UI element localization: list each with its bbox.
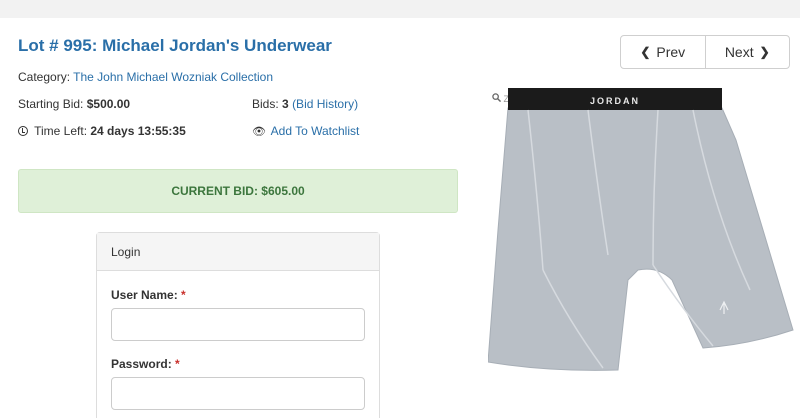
eye-icon: 👁: [252, 126, 266, 138]
username-label: User Name:: [111, 288, 178, 302]
time-left-label: Time Left:: [34, 124, 88, 138]
next-button[interactable]: Next ❯: [704, 36, 790, 68]
bids-count: 3: [282, 97, 289, 111]
product-image[interactable]: JORDAN: [488, 80, 796, 380]
time-left-value: 24 days 13:55:35: [90, 124, 186, 138]
required-mark: *: [181, 288, 186, 302]
lot-title: Lot # 995: Michael Jordan's Underwear: [18, 36, 332, 55]
password-input[interactable]: [111, 377, 365, 410]
clock-icon: [18, 126, 28, 136]
bids-label: Bids:: [252, 97, 279, 111]
bid-history-link[interactable]: (Bid History): [292, 97, 358, 111]
required-mark: *: [175, 357, 180, 371]
password-label: Password:: [111, 357, 172, 371]
login-header: Login: [97, 233, 379, 271]
starting-bid-label: Starting Bid:: [18, 97, 84, 111]
prev-button[interactable]: ❮ Prev: [621, 36, 705, 68]
category-label: Category:: [18, 70, 71, 84]
username-input[interactable]: [111, 308, 365, 341]
starting-bid-value: $500.00: [86, 97, 131, 111]
chevron-right-icon: ❯: [759, 45, 770, 59]
starting-bid-row: Starting Bid: $500.00: [18, 97, 130, 111]
waistband-text: JORDAN: [590, 96, 640, 106]
category-link[interactable]: The John Michael Wozniak Collection: [73, 70, 273, 84]
watchlist-row[interactable]: 👁 Add To Watchlist: [252, 124, 359, 138]
category-row: Category: The John Michael Wozniak Colle…: [18, 70, 273, 84]
next-label: Next: [724, 44, 754, 60]
login-panel: Login User Name: * Password: *: [96, 232, 380, 418]
pager: ❮ Prev Next ❯: [620, 35, 790, 69]
username-label-row: User Name: *: [111, 288, 186, 302]
time-left-row: Time Left: 24 days 13:55:35: [18, 124, 186, 138]
current-bid-banner: CURRENT BID: $605.00: [18, 169, 458, 213]
prev-label: Prev: [656, 44, 686, 60]
bids-row: Bids: 3 (Bid History): [252, 97, 358, 111]
chevron-left-icon: ❮: [640, 45, 651, 59]
top-bar: [0, 0, 800, 18]
add-to-watchlist-link[interactable]: Add To Watchlist: [271, 124, 360, 138]
password-label-row: Password: *: [111, 357, 180, 371]
